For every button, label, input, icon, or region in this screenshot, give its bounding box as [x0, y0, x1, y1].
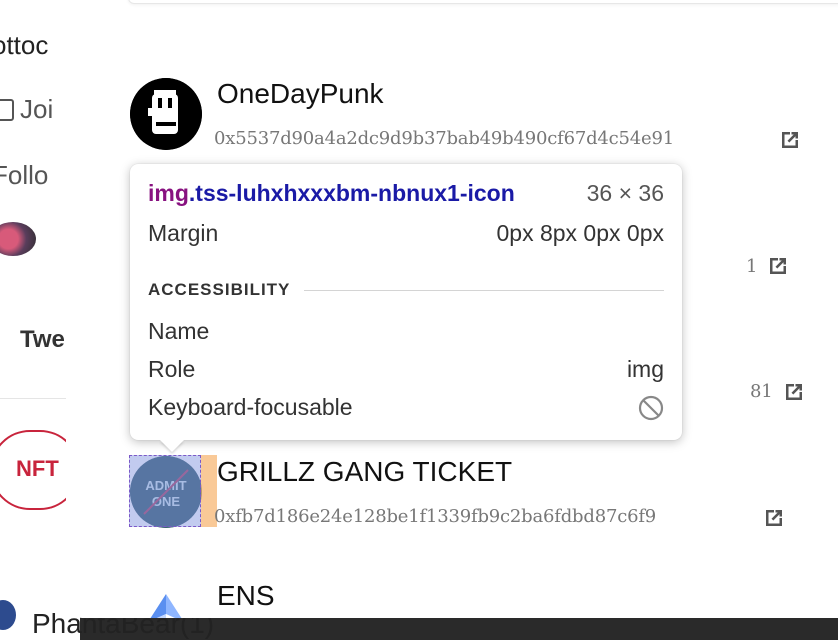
nft-contract-address: 1 [746, 256, 758, 277]
calendar-icon [0, 98, 14, 121]
tab-nft-label[interactable]: NFT [16, 456, 59, 482]
accessibility-section-header: ACCESSIBILITY [148, 280, 664, 300]
profile-joined-label: Joi [20, 94, 54, 124]
tooltip-name-row: Name [148, 318, 664, 345]
margin-value: 0px 8px 0px 0px [496, 220, 664, 246]
tooltip-margin-row: Margin 0px 8px 0px 0px [148, 220, 664, 247]
tab-tweets[interactable]: Twe [20, 326, 65, 354]
name-label: Name [148, 318, 210, 344]
nft-name: ENS [217, 580, 275, 611]
modal-top-card [128, 0, 838, 4]
margin-label: Margin [148, 220, 219, 246]
tooltip-role-row: Role img [148, 356, 664, 383]
tooltip-arrow [160, 440, 184, 452]
ens-logo-icon [150, 594, 182, 618]
not-allowed-icon [638, 395, 664, 420]
nft-contract-address: 0xfb7d186e24e128be1f1339fb9c2ba6fdbd87c6… [214, 506, 657, 527]
inspect-highlight-box [129, 455, 201, 527]
nft-name: GRILLZ GANG TICKET [217, 456, 513, 487]
profile-followers[interactable]: Follo [0, 160, 48, 191]
nft-contract-address: 81 [750, 381, 773, 402]
profile-joined: Joi [0, 94, 53, 125]
external-link-icon[interactable] [778, 128, 802, 152]
role-value: img [626, 356, 664, 382]
nft-contract-address: 0x5537d90a4a2dc9d9b37bab49b490cf67d4c54e… [214, 128, 674, 149]
tooltip-selector-row: img.tss-luhxhxxxbm-nbnux1-icon 36 × 36 [148, 180, 664, 207]
selector-tag: img [148, 180, 189, 206]
external-link-icon[interactable] [762, 506, 786, 530]
section-rule [304, 289, 664, 291]
tooltip-size: 36 × 36 [586, 180, 664, 206]
profile-username: ottoc [0, 30, 49, 60]
role-label: Role [148, 356, 196, 382]
follower-avatar [0, 222, 36, 256]
tooltip-focusable-row: Keyboard-focusable [148, 394, 664, 421]
external-link-icon[interactable] [782, 380, 806, 404]
nft-name: OneDayPunk [217, 78, 384, 109]
selector-class: .tss-luhxhxxxbm-nbnux1-icon [188, 180, 515, 206]
focusable-label: Keyboard-focusable [148, 394, 353, 420]
tooltip-selector: img.tss-luhxhxxxbm-nbnux1-icon [148, 180, 515, 207]
phantabear-icon [0, 600, 16, 630]
accessibility-heading: ACCESSIBILITY [148, 280, 291, 299]
external-link-icon[interactable] [766, 254, 790, 278]
nft-avatar-onedaypunk [130, 78, 202, 150]
devtools-inspect-tooltip: img.tss-luhxhxxxbm-nbnux1-icon 36 × 36 M… [130, 164, 682, 452]
